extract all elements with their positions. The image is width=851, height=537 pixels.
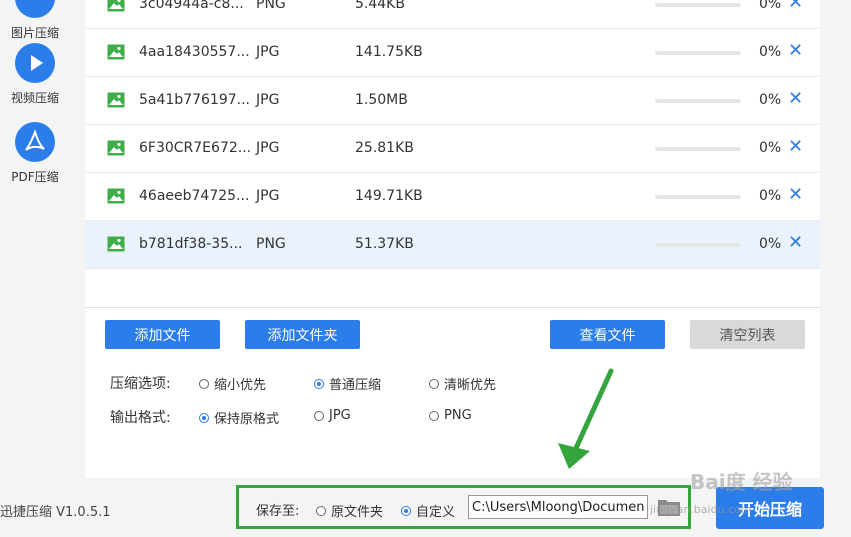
- main-panel: 3c04944a-c8... PNG 5.44KB 0% ✕ 4aa184305…: [85, 0, 820, 478]
- sidebar-item-image-compress[interactable]: 图片压缩: [0, 0, 70, 41]
- folder-icon[interactable]: [657, 497, 681, 517]
- file-type: JPG: [256, 44, 280, 60]
- radio-smaller-first[interactable]: 缩小优先: [199, 374, 266, 393]
- view-files-button[interactable]: 查看文件: [550, 320, 665, 349]
- progress-percent: 0%: [759, 188, 782, 204]
- table-row[interactable]: 5a41b776197... JPG 1.50MB 0% ✕: [85, 77, 820, 125]
- image-compress-icon: [15, 0, 55, 18]
- file-name: b781df38-35...: [139, 236, 243, 252]
- file-size: 51.37KB: [355, 236, 414, 252]
- save-to-label: 保存至:: [256, 504, 300, 519]
- radio-dot: [429, 410, 439, 421]
- file-size: 1.50MB: [355, 92, 408, 108]
- table-row[interactable]: b781df38-35... PNG 51.37KB 0% ✕: [85, 221, 820, 269]
- table-row[interactable]: 46aeeb74725... JPG 149.71KB 0% ✕: [85, 173, 820, 221]
- start-compress-button[interactable]: 开始压缩: [716, 487, 824, 529]
- close-icon[interactable]: ✕: [788, 0, 803, 13]
- image-file-icon: [107, 140, 125, 156]
- radio-jpg[interactable]: JPG: [314, 408, 351, 423]
- file-type: PNG: [256, 0, 286, 12]
- save-location-box: 保存至: 原文件夹 自定义: [236, 485, 691, 529]
- close-icon[interactable]: ✕: [788, 184, 803, 205]
- file-type: PNG: [256, 236, 286, 252]
- file-size: 5.44KB: [355, 0, 405, 12]
- radio-dot: [314, 410, 324, 421]
- file-list: 3c04944a-c8... PNG 5.44KB 0% ✕ 4aa184305…: [85, 0, 820, 308]
- file-size: 149.71KB: [355, 188, 423, 204]
- progress-percent: 0%: [759, 140, 782, 156]
- close-icon[interactable]: ✕: [788, 232, 803, 253]
- close-icon[interactable]: ✕: [788, 40, 803, 61]
- progress-bar: [655, 147, 741, 151]
- clear-list-button[interactable]: 清空列表: [690, 320, 805, 349]
- file-name: 4aa18430557...: [139, 44, 250, 60]
- close-icon[interactable]: ✕: [788, 136, 803, 157]
- image-file-icon: [107, 236, 125, 252]
- radio-png[interactable]: PNG: [429, 408, 472, 423]
- file-name: 5a41b776197...: [139, 92, 250, 108]
- image-file-icon: [107, 188, 125, 204]
- add-folder-button[interactable]: 添加文件夹: [245, 320, 360, 349]
- table-row[interactable]: 3c04944a-c8... PNG 5.44KB 0% ✕: [85, 0, 820, 29]
- progress-percent: 0%: [759, 44, 782, 60]
- radio-dot: [314, 378, 324, 389]
- app-version: 迅捷压缩 V1.0.5.1: [0, 505, 111, 520]
- progress-bar: [655, 51, 741, 55]
- radio-dot: [401, 505, 411, 516]
- file-name: 46aeeb74725...: [139, 188, 250, 204]
- sidebar-item-video-compress[interactable]: 视频压缩: [0, 43, 70, 106]
- radio-custom-folder[interactable]: 自定义: [401, 501, 455, 520]
- image-file-icon: [107, 44, 125, 60]
- file-size: 141.75KB: [355, 44, 423, 60]
- progress-percent: 0%: [759, 0, 782, 12]
- sidebar-item-label: 视频压缩: [10, 91, 59, 105]
- file-size: 25.81KB: [355, 140, 414, 156]
- file-type: JPG: [256, 92, 280, 108]
- progress-bar: [655, 99, 741, 103]
- close-icon[interactable]: ✕: [788, 88, 803, 109]
- progress-bar: [655, 195, 741, 199]
- save-path-input[interactable]: [468, 495, 648, 519]
- sidebar-item-label: 图片压缩: [10, 26, 59, 40]
- file-type: JPG: [256, 188, 280, 204]
- radio-clarity-first[interactable]: 清晰优先: [429, 374, 496, 393]
- file-type: JPG: [256, 140, 280, 156]
- radio-keep-format[interactable]: 保持原格式: [199, 408, 279, 427]
- file-name: 6F30CR7E672...: [139, 140, 252, 156]
- radio-dot: [316, 505, 326, 516]
- sidebar-item-pdf-compress[interactable]: PDF压缩: [0, 122, 70, 185]
- radio-normal-compress[interactable]: 普通压缩: [314, 374, 381, 393]
- radio-dot: [429, 378, 439, 389]
- table-row[interactable]: 6F30CR7E672... JPG 25.81KB 0% ✕: [85, 125, 820, 173]
- table-row[interactable]: 4aa18430557... JPG 141.75KB 0% ✕: [85, 29, 820, 77]
- scrollbar-track[interactable]: [836, 0, 851, 478]
- output-format-label: 输出格式:: [110, 410, 171, 426]
- file-name: 3c04944a-c8...: [139, 0, 244, 12]
- radio-original-folder[interactable]: 原文件夹: [316, 501, 383, 520]
- image-file-icon: [107, 0, 125, 12]
- sidebar: 图片压缩 视频压缩 PDF压缩: [0, 0, 70, 478]
- add-file-button[interactable]: 添加文件: [105, 320, 220, 349]
- radio-dot: [199, 412, 209, 423]
- play-icon: [15, 43, 55, 83]
- progress-bar: [655, 243, 741, 247]
- progress-percent: 0%: [759, 236, 782, 252]
- sidebar-item-label: PDF压缩: [11, 170, 59, 184]
- radio-dot: [199, 378, 209, 389]
- progress-bar: [655, 3, 741, 7]
- progress-percent: 0%: [759, 92, 782, 108]
- pdf-icon: [15, 122, 55, 162]
- image-file-icon: [107, 92, 125, 108]
- compress-options-label: 压缩选项:: [110, 376, 171, 392]
- bottom-bar: 迅捷压缩 V1.0.5.1 保存至: 原文件夹 自定义 开始压缩: [0, 478, 851, 537]
